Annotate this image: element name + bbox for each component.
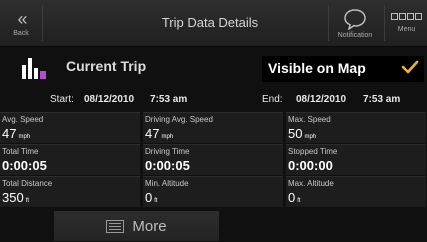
stat-value: 0:00:05 [145, 158, 190, 173]
stat-label: Max. Speed [288, 115, 331, 124]
four-squares-icon [391, 13, 422, 20]
end-date: 08/12/2010 [296, 94, 347, 105]
stat-label: Driving Time [145, 147, 190, 156]
menu-label: Menu [397, 26, 416, 33]
stat-max-altitude: Max. Altitude 0 ft [286, 176, 426, 207]
start-label: Start: [50, 94, 74, 105]
trip-title: Current Trip [66, 58, 147, 74]
separator [328, 5, 329, 41]
stat-value: 47 mph [145, 126, 174, 141]
stat-stopped-time: Stopped Time 0:00:00 [286, 144, 426, 175]
separator [384, 5, 385, 41]
stat-label: Driving Avg. Speed [145, 115, 213, 124]
stat-value: 50 mph [288, 126, 317, 141]
end-time: 7:53 am [363, 94, 401, 105]
stat-value: 0 ft [145, 190, 158, 205]
stat-value: 47 mph [2, 126, 31, 141]
check-icon [401, 60, 419, 74]
visible-on-map-label: Visible on Map [268, 60, 366, 76]
stat-avg-speed: Avg. Speed 47 mph [0, 112, 140, 143]
top-bar: « Back Trip Data Details Notification Me… [0, 0, 427, 47]
separator [42, 5, 43, 41]
notification-button[interactable]: Notification [330, 0, 380, 46]
stat-total-time: Total Time 0:00:05 [0, 144, 140, 175]
list-icon [106, 219, 125, 233]
stat-min-altitude: Min. Altitude 0 ft [143, 176, 283, 207]
notification-label: Notification [337, 31, 373, 39]
stat-label: Max. Altitude [288, 179, 334, 188]
trip-dates-row: Start: 08/12/2010 7:53 am End: 08/12/201… [0, 90, 427, 110]
start-date: 08/12/2010 [84, 94, 135, 105]
stat-label: Stopped Time [288, 147, 338, 156]
bar-chart-trip-icon [22, 58, 46, 79]
back-label: Back [13, 29, 29, 37]
stat-label: Min. Altitude [145, 179, 189, 188]
stat-driving-time: Driving Time 0:00:05 [143, 144, 283, 175]
stat-total-distance: Total Distance 350 ft [0, 176, 140, 207]
stat-value: 0:00:00 [288, 158, 333, 173]
more-button[interactable]: More [54, 211, 219, 241]
stat-label: Avg. Speed [2, 115, 44, 124]
trip-stats-grid: Avg. Speed 47 mph Driving Avg. Speed 47 mp… [0, 112, 427, 208]
stat-value: 350 ft [2, 190, 30, 205]
stat-label: Total Distance [2, 179, 53, 188]
back-button[interactable]: « Back [0, 0, 42, 46]
stat-value: 0 ft [288, 190, 301, 205]
stat-value: 0:00:05 [2, 158, 47, 173]
visible-on-map-toggle[interactable]: Visible on Map [262, 56, 424, 82]
end-label: End: [262, 94, 283, 105]
stat-label: Total Time [2, 147, 39, 156]
start-time: 7:53 am [150, 94, 188, 105]
speech-bubble-icon [344, 8, 366, 30]
stat-max-speed: Max. Speed 50 mph [286, 112, 426, 143]
menu-button[interactable]: Menu [386, 0, 427, 46]
double-chevron-left-icon: « [17, 8, 27, 29]
more-label: More [132, 217, 167, 235]
stat-driving-avg-speed: Driving Avg. Speed 47 mph [143, 112, 283, 143]
page-title: Trip Data Details [161, 15, 259, 30]
